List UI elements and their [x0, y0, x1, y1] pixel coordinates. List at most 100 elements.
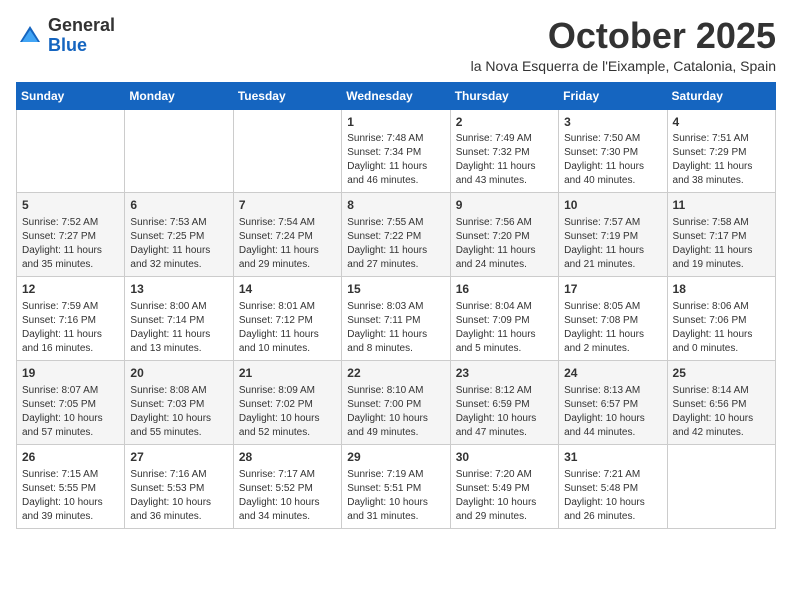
day-number: 29	[347, 449, 444, 466]
calendar-day-cell: 3Sunrise: 7:50 AM Sunset: 7:30 PM Daylig…	[559, 109, 667, 193]
day-info: Sunrise: 7:20 AM Sunset: 5:49 PM Dayligh…	[456, 468, 553, 524]
calendar-week-row: 12Sunrise: 7:59 AM Sunset: 7:16 PM Dayli…	[17, 277, 776, 361]
day-number: 7	[239, 197, 336, 214]
calendar-day-cell: 29Sunrise: 7:19 AM Sunset: 5:51 PM Dayli…	[342, 444, 450, 528]
day-number: 1	[347, 114, 444, 131]
calendar-day-cell: 1Sunrise: 7:48 AM Sunset: 7:34 PM Daylig…	[342, 109, 450, 193]
day-number: 2	[456, 114, 553, 131]
page-header: General Blue October 2025 la Nova Esquer…	[16, 16, 776, 74]
day-info: Sunrise: 8:01 AM Sunset: 7:12 PM Dayligh…	[239, 300, 336, 356]
day-info: Sunrise: 7:16 AM Sunset: 5:53 PM Dayligh…	[130, 468, 227, 524]
day-info: Sunrise: 8:12 AM Sunset: 6:59 PM Dayligh…	[456, 384, 553, 440]
day-number: 4	[673, 114, 770, 131]
day-number: 25	[673, 365, 770, 382]
day-number: 20	[130, 365, 227, 382]
day-info: Sunrise: 7:56 AM Sunset: 7:20 PM Dayligh…	[456, 216, 553, 272]
day-number: 23	[456, 365, 553, 382]
day-info: Sunrise: 7:55 AM Sunset: 7:22 PM Dayligh…	[347, 216, 444, 272]
logo: General Blue	[16, 16, 115, 56]
calendar-day-cell: 17 Sunrise: 8:05 AM Sunset: 7:08 PM Dayli…	[559, 277, 667, 361]
calendar-day-cell: 4Sunrise: 7:51 AM Sunset: 7:29 PM Daylig…	[667, 109, 775, 193]
day-info: Sunrise: 7:48 AM Sunset: 7:34 PM Dayligh…	[347, 132, 444, 188]
calendar-day-cell	[17, 109, 125, 193]
calendar-day-cell: 22 Sunrise: 8:10 AM Sunset: 7:00 PM Dayli…	[342, 360, 450, 444]
day-info: Sunrise: 8:13 AM Sunset: 6:57 PM Dayligh…	[564, 384, 661, 440]
day-of-week-header: Tuesday	[233, 82, 341, 109]
day-info: Sunrise: 7:21 AM Sunset: 5:48 PM Dayligh…	[564, 468, 661, 524]
logo-general: General	[48, 15, 115, 35]
day-number: 3	[564, 114, 661, 131]
day-number: 9	[456, 197, 553, 214]
calendar-week-row: 19Sunrise: 8:07 AM Sunset: 7:05 PM Dayli…	[17, 360, 776, 444]
calendar-day-cell: 20 Sunrise: 8:08 AM Sunset: 7:03 PM Dayli…	[125, 360, 233, 444]
day-number: 26	[22, 449, 119, 466]
calendar-day-cell	[667, 444, 775, 528]
day-number: 14	[239, 281, 336, 298]
day-number: 6	[130, 197, 227, 214]
day-info: Sunrise: 7:53 AM Sunset: 7:25 PM Dayligh…	[130, 216, 227, 272]
calendar-day-cell: 28 Sunrise: 7:17 AM Sunset: 5:52 PM Dayli…	[233, 444, 341, 528]
calendar-table: SundayMondayTuesdayWednesdayThursdayFrid…	[16, 82, 776, 529]
day-info: Sunrise: 7:57 AM Sunset: 7:19 PM Dayligh…	[564, 216, 661, 272]
day-info: Sunrise: 8:03 AM Sunset: 7:11 PM Dayligh…	[347, 300, 444, 356]
day-number: 28	[239, 449, 336, 466]
day-info: Sunrise: 8:05 AM Sunset: 7:08 PM Dayligh…	[564, 300, 661, 356]
calendar-day-cell: 14 Sunrise: 8:01 AM Sunset: 7:12 PM Dayli…	[233, 277, 341, 361]
day-number: 5	[22, 197, 119, 214]
day-number: 21	[239, 365, 336, 382]
calendar-day-cell: 2Sunrise: 7:49 AM Sunset: 7:32 PM Daylig…	[450, 109, 558, 193]
day-number: 27	[130, 449, 227, 466]
calendar-day-cell: 9 Sunrise: 7:56 AM Sunset: 7:20 PM Daylig…	[450, 193, 558, 277]
calendar-day-cell: 18Sunrise: 8:06 AM Sunset: 7:06 PM Dayli…	[667, 277, 775, 361]
calendar-day-cell: 15Sunrise: 8:03 AM Sunset: 7:11 PM Dayli…	[342, 277, 450, 361]
calendar-day-cell: 24Sunrise: 8:13 AM Sunset: 6:57 PM Dayli…	[559, 360, 667, 444]
day-info: Sunrise: 8:00 AM Sunset: 7:14 PM Dayligh…	[130, 300, 227, 356]
calendar-week-row: 26 Sunrise: 7:15 AM Sunset: 5:55 PM Dayli…	[17, 444, 776, 528]
day-of-week-header: Wednesday	[342, 82, 450, 109]
day-info: Sunrise: 7:59 AM Sunset: 7:16 PM Dayligh…	[22, 300, 119, 356]
calendar-day-cell	[125, 109, 233, 193]
day-number: 11	[673, 197, 770, 214]
day-info: Sunrise: 7:54 AM Sunset: 7:24 PM Dayligh…	[239, 216, 336, 272]
calendar-day-cell: 8 Sunrise: 7:55 AM Sunset: 7:22 PM Daylig…	[342, 193, 450, 277]
title-block: October 2025 la Nova Esquerra de l'Eixam…	[471, 16, 776, 74]
day-number: 8	[347, 197, 444, 214]
day-info: Sunrise: 8:07 AM Sunset: 7:05 PM Dayligh…	[22, 384, 119, 440]
calendar-day-cell	[233, 109, 341, 193]
day-info: Sunrise: 8:08 AM Sunset: 7:03 PM Dayligh…	[130, 384, 227, 440]
location: la Nova Esquerra de l'Eixample, Cataloni…	[471, 58, 776, 74]
day-of-week-header: Thursday	[450, 82, 558, 109]
calendar-week-row: 1Sunrise: 7:48 AM Sunset: 7:34 PM Daylig…	[17, 109, 776, 193]
day-info: Sunrise: 7:58 AM Sunset: 7:17 PM Dayligh…	[673, 216, 770, 272]
day-info: Sunrise: 7:17 AM Sunset: 5:52 PM Dayligh…	[239, 468, 336, 524]
day-info: Sunrise: 7:50 AM Sunset: 7:30 PM Dayligh…	[564, 132, 661, 188]
logo-icon	[16, 22, 44, 50]
day-info: Sunrise: 7:52 AM Sunset: 7:27 PM Dayligh…	[22, 216, 119, 272]
calendar-day-cell: 31Sunrise: 7:21 AM Sunset: 5:48 PM Dayli…	[559, 444, 667, 528]
day-info: Sunrise: 8:14 AM Sunset: 6:56 PM Dayligh…	[673, 384, 770, 440]
calendar-day-cell: 25 Sunrise: 8:14 AM Sunset: 6:56 PM Dayli…	[667, 360, 775, 444]
day-info: Sunrise: 7:51 AM Sunset: 7:29 PM Dayligh…	[673, 132, 770, 188]
logo-text: General Blue	[48, 16, 115, 56]
day-number: 10	[564, 197, 661, 214]
calendar-day-cell: 12Sunrise: 7:59 AM Sunset: 7:16 PM Dayli…	[17, 277, 125, 361]
calendar-day-cell: 30Sunrise: 7:20 AM Sunset: 5:49 PM Dayli…	[450, 444, 558, 528]
calendar-week-row: 5 Sunrise: 7:52 AM Sunset: 7:27 PM Daylig…	[17, 193, 776, 277]
calendar-day-cell: 6 Sunrise: 7:53 AM Sunset: 7:25 PM Daylig…	[125, 193, 233, 277]
day-info: Sunrise: 8:06 AM Sunset: 7:06 PM Dayligh…	[673, 300, 770, 356]
day-of-week-header: Friday	[559, 82, 667, 109]
calendar-day-cell: 13 Sunrise: 8:00 AM Sunset: 7:14 PM Dayli…	[125, 277, 233, 361]
day-info: Sunrise: 8:10 AM Sunset: 7:00 PM Dayligh…	[347, 384, 444, 440]
calendar-day-cell: 19Sunrise: 8:07 AM Sunset: 7:05 PM Dayli…	[17, 360, 125, 444]
day-info: Sunrise: 8:04 AM Sunset: 7:09 PM Dayligh…	[456, 300, 553, 356]
calendar-day-cell: 11 Sunrise: 7:58 AM Sunset: 7:17 PM Dayli…	[667, 193, 775, 277]
calendar-day-cell: 27 Sunrise: 7:16 AM Sunset: 5:53 PM Dayli…	[125, 444, 233, 528]
logo-blue: Blue	[48, 35, 87, 55]
day-number: 17	[564, 281, 661, 298]
calendar-day-cell: 16Sunrise: 8:04 AM Sunset: 7:09 PM Dayli…	[450, 277, 558, 361]
day-info: Sunrise: 7:15 AM Sunset: 5:55 PM Dayligh…	[22, 468, 119, 524]
day-number: 22	[347, 365, 444, 382]
calendar-day-cell: 21Sunrise: 8:09 AM Sunset: 7:02 PM Dayli…	[233, 360, 341, 444]
calendar-body: 1Sunrise: 7:48 AM Sunset: 7:34 PM Daylig…	[17, 109, 776, 528]
day-number: 13	[130, 281, 227, 298]
